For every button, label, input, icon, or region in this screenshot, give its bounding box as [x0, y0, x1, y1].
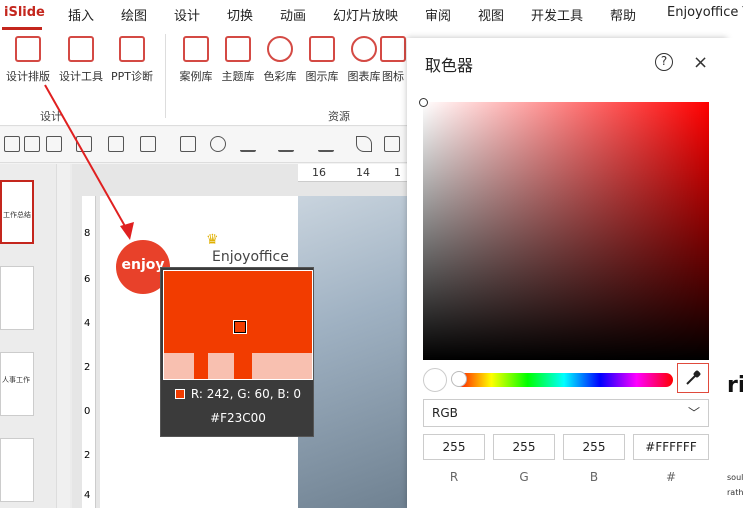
- group-label-resources: 资源: [328, 110, 350, 123]
- presentation-icon: [183, 36, 209, 62]
- ribbon-divider: [165, 34, 166, 118]
- color-picker-panel: 取色器 ? × RGB ﹀ 255 255 255 #FFFFFF R G B …: [407, 38, 727, 508]
- annotation-arrow: [44, 84, 134, 240]
- magnified-letters: [234, 353, 252, 379]
- menu-transitions[interactable]: 切换: [227, 5, 253, 24]
- font-color-icon[interactable]: [240, 136, 256, 152]
- chevron-down-icon: ﹀: [687, 406, 700, 420]
- hex-input[interactable]: #FFFFFF: [633, 434, 709, 460]
- eyedropper-glyph: [686, 370, 701, 385]
- green-input[interactable]: 255: [493, 434, 555, 460]
- menu-help[interactable]: 帮助: [610, 5, 636, 24]
- design-layout-button[interactable]: 设计排版: [2, 36, 54, 84]
- diagram-icon: [309, 36, 335, 62]
- blue-input[interactable]: 255: [563, 434, 625, 460]
- picker-title: 取色器: [425, 56, 474, 75]
- menu-islide[interactable]: iSlide: [4, 5, 45, 20]
- brand-text: Enjoyoffice: [212, 249, 289, 265]
- help-icon[interactable]: ?: [655, 53, 673, 71]
- theme-icon: [225, 36, 251, 62]
- menu-slideshow[interactable]: 幻灯片放映: [333, 5, 398, 24]
- align-icon[interactable]: [384, 136, 400, 152]
- menu-bar: iSlide 插入 绘图 设计 切换 动画 幻灯片放映 审阅 视图 开发工具 帮…: [0, 0, 743, 30]
- line-color-icon[interactable]: [318, 136, 334, 152]
- magnifier-rgb-readout: R: 242, G: 60, B: 0: [161, 387, 315, 401]
- slide-thumbnail[interactable]: 工作总结: [0, 180, 34, 244]
- slide-thumbnail[interactable]: [0, 266, 34, 330]
- menu-design[interactable]: 设计: [174, 5, 200, 24]
- ppt-diagnosis-button[interactable]: PPT诊断: [106, 36, 158, 84]
- menu-draw[interactable]: 绘图: [121, 5, 147, 24]
- magnified-letters: [194, 353, 208, 379]
- color-mode-select[interactable]: RGB ﹀: [423, 399, 709, 427]
- blue-label: B: [589, 470, 599, 484]
- saturation-handle[interactable]: [419, 98, 428, 107]
- menu-review[interactable]: 审阅: [425, 5, 451, 24]
- magnified-area: [163, 270, 313, 380]
- medkit-icon: [119, 36, 145, 62]
- menu-enjoyoffice[interactable]: Enjoyoffice T: [667, 5, 743, 20]
- menu-insert[interactable]: 插入: [68, 5, 94, 24]
- red-label: R: [449, 470, 459, 484]
- magnifier-cursor: [233, 320, 247, 334]
- magnifier-hex-readout: #F23C00: [210, 411, 266, 425]
- brush-icon[interactable]: [210, 136, 226, 152]
- red-input[interactable]: 255: [423, 434, 485, 460]
- hue-handle[interactable]: [451, 371, 467, 387]
- format-icon[interactable]: [4, 136, 20, 152]
- building-photo[interactable]: [298, 196, 410, 508]
- close-icon[interactable]: ×: [693, 52, 708, 73]
- color-preview: [423, 368, 447, 392]
- palette-icon: [267, 36, 293, 62]
- magnifier-swatch: [174, 389, 185, 399]
- menu-developer[interactable]: 开发工具: [531, 5, 583, 24]
- slide-thumbnail[interactable]: 人事工作: [0, 352, 34, 416]
- hex-label: #: [665, 470, 677, 484]
- menu-animations[interactable]: 动画: [280, 5, 306, 24]
- right-slide-peek: ri soul rath: [727, 38, 743, 508]
- tools-icon: [68, 36, 94, 62]
- design-tools-button[interactable]: 设计工具: [55, 36, 107, 84]
- saturation-value-area[interactable]: [419, 98, 709, 360]
- horizontal-ruler: 16 14 1: [298, 164, 408, 182]
- icon-library-icon: [380, 36, 406, 62]
- hue-slider[interactable]: [451, 371, 673, 387]
- shape-icon[interactable]: [24, 136, 40, 152]
- slide-thumbnail[interactable]: [0, 438, 34, 502]
- menu-view[interactable]: 视图: [478, 5, 504, 24]
- image-icon[interactable]: [180, 136, 196, 152]
- color-magnifier: R: 242, G: 60, B: 0 #F23C00: [160, 267, 314, 437]
- layout-icon: [15, 36, 41, 62]
- fill-color-icon[interactable]: [278, 136, 294, 152]
- icon-library-button[interactable]: 图标: [378, 36, 408, 84]
- eyedropper-tool-icon[interactable]: [356, 136, 372, 152]
- crown-icon: ♛: [206, 232, 219, 248]
- green-label: G: [519, 470, 529, 484]
- pie-chart-icon: [351, 36, 377, 62]
- eyedropper-icon[interactable]: [677, 363, 709, 393]
